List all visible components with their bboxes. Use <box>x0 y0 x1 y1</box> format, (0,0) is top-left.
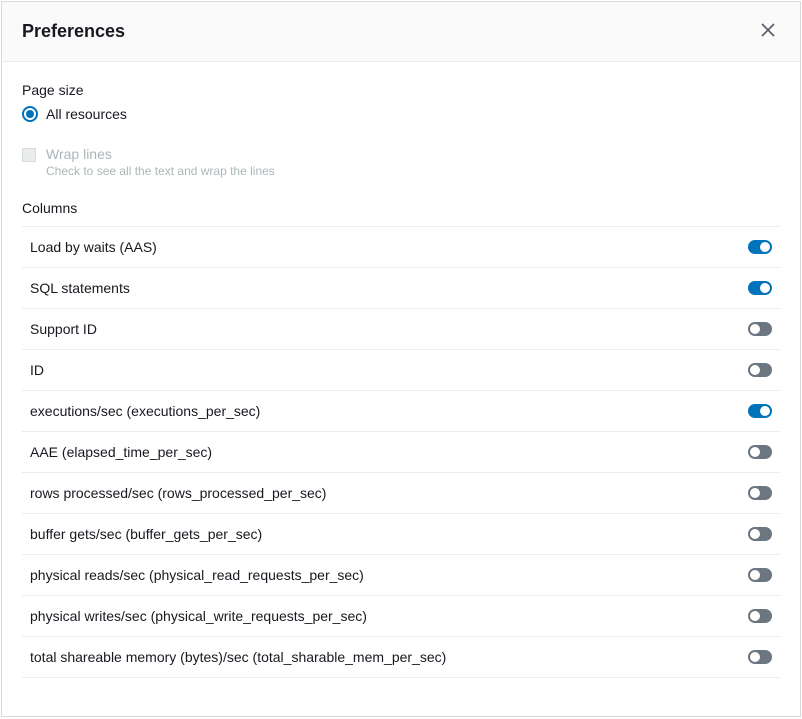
column-label: physical writes/sec (physical_write_requ… <box>30 608 367 624</box>
radio-icon <box>22 106 38 122</box>
column-label: Support ID <box>30 321 97 337</box>
columns-list: Load by waits (AAS) SQL statements Support… <box>22 226 780 678</box>
column-row: ID <box>22 350 780 391</box>
column-label: executions/sec (executions_per_sec) <box>30 403 260 419</box>
close-icon <box>760 26 776 41</box>
column-row: Load by waits (AAS) <box>22 227 780 268</box>
wrap-lines-hint: Check to see all the text and wrap the l… <box>46 164 275 178</box>
column-toggle[interactable] <box>748 281 772 295</box>
page-size-option-label: All resources <box>46 106 127 122</box>
column-label: SQL statements <box>30 280 130 296</box>
wrap-lines-option: Wrap lines Check to see all the text and… <box>22 146 780 178</box>
column-toggle[interactable] <box>748 527 772 541</box>
column-toggle[interactable] <box>748 609 772 623</box>
column-row: physical reads/sec (physical_read_reques… <box>22 555 780 596</box>
column-toggle[interactable] <box>748 568 772 582</box>
column-row: buffer gets/sec (buffer_gets_per_sec) <box>22 514 780 555</box>
column-toggle[interactable] <box>748 322 772 336</box>
page-size-option-all[interactable]: All resources <box>22 106 780 122</box>
checkbox-icon[interactable] <box>22 148 36 162</box>
column-toggle[interactable] <box>748 445 772 459</box>
column-label: Load by waits (AAS) <box>30 239 157 255</box>
column-row: physical writes/sec (physical_write_requ… <box>22 596 780 637</box>
column-toggle[interactable] <box>748 404 772 418</box>
preferences-modal: Preferences Page size All resources Wrap… <box>1 1 801 717</box>
column-label: rows processed/sec (rows_processed_per_s… <box>30 485 326 501</box>
column-row: rows processed/sec (rows_processed_per_s… <box>22 473 780 514</box>
column-label: ID <box>30 362 44 378</box>
modal-header: Preferences <box>2 2 800 62</box>
column-toggle[interactable] <box>748 650 772 664</box>
column-label: total shareable memory (bytes)/sec (tota… <box>30 649 446 665</box>
column-row: SQL statements <box>22 268 780 309</box>
column-toggle[interactable] <box>748 363 772 377</box>
wrap-lines-label: Wrap lines <box>46 146 275 162</box>
column-row: AAE (elapsed_time_per_sec) <box>22 432 780 473</box>
column-toggle[interactable] <box>748 486 772 500</box>
page-size-label: Page size <box>22 82 780 98</box>
column-toggle[interactable] <box>748 240 772 254</box>
columns-section-label: Columns <box>22 200 780 216</box>
column-label: physical reads/sec (physical_read_reques… <box>30 567 364 583</box>
close-button[interactable] <box>756 18 780 45</box>
column-label: buffer gets/sec (buffer_gets_per_sec) <box>30 526 262 542</box>
modal-body: Page size All resources Wrap lines Check… <box>2 62 800 716</box>
column-label: AAE (elapsed_time_per_sec) <box>30 444 212 460</box>
column-row: total shareable memory (bytes)/sec (tota… <box>22 637 780 678</box>
modal-title: Preferences <box>22 21 125 42</box>
column-row: executions/sec (executions_per_sec) <box>22 391 780 432</box>
column-row: Support ID <box>22 309 780 350</box>
